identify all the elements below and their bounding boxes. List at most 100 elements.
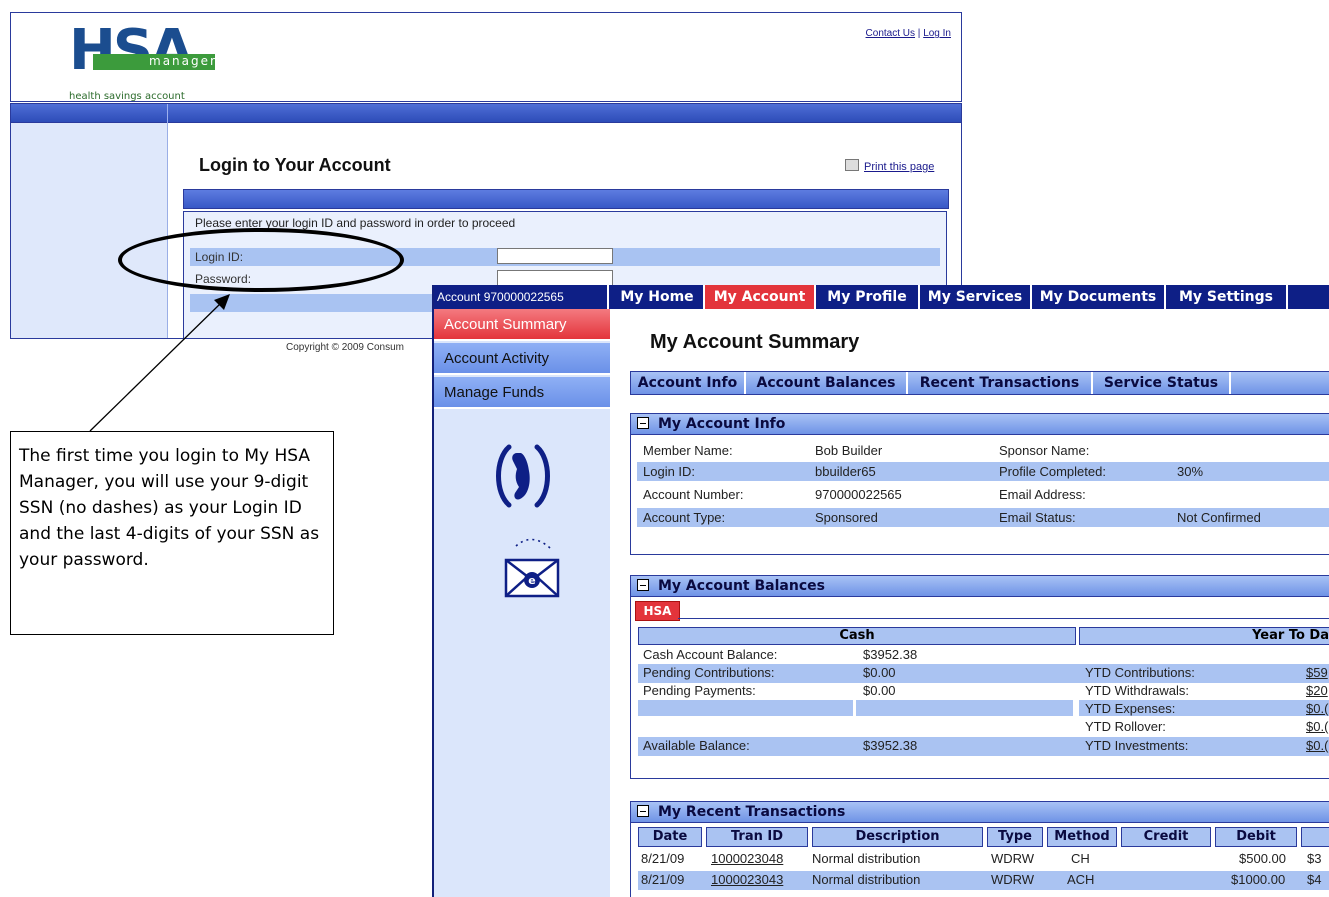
account-type-label: Account Type:	[643, 510, 726, 525]
col-date[interactable]: Date	[638, 827, 702, 847]
sponsor-name-label: Sponsor Name:	[999, 443, 1090, 458]
ytd-expenses-label: YTD Expenses:	[1085, 701, 1176, 716]
subtab-service-status[interactable]: Service Status	[1093, 372, 1231, 394]
logo-letters: HSA	[69, 18, 194, 83]
tx-type: WDRW	[991, 851, 1035, 866]
page-title: Login to Your Account	[199, 155, 391, 175]
top-links: Contact Us | Log In	[866, 28, 951, 39]
log-in-link[interactable]: Log In	[923, 28, 951, 39]
phone-icon[interactable]	[491, 441, 555, 511]
tx-tran-id-link[interactable]: 1000023048	[711, 851, 783, 866]
login-id-label: Login ID:	[643, 464, 696, 479]
profile-completed-label: Profile Completed:	[999, 464, 1106, 479]
ytd-expenses-link[interactable]: $0.(	[1306, 701, 1328, 716]
login-form-header-bar	[183, 189, 949, 209]
col-method[interactable]: Method	[1047, 827, 1117, 847]
tab-my-documents[interactable]: My Documents	[1032, 285, 1166, 309]
section-title: My Account Balances	[658, 578, 825, 594]
pending-contributions-label: Pending Contributions:	[643, 665, 775, 680]
profile-completed-value: 30%	[1177, 464, 1204, 479]
login-header: HSA manager health savings account Conta…	[10, 12, 962, 102]
col-tran-id[interactable]: Tran ID	[706, 827, 808, 847]
tab-my-services[interactable]: My Services	[920, 285, 1032, 309]
account-number-value: 970000022565	[815, 487, 902, 502]
account-info-header[interactable]: My Account Info	[630, 413, 1329, 435]
tx-debit: $1000.00	[1231, 872, 1286, 887]
ytd-investments-link[interactable]: $0.(	[1306, 738, 1328, 753]
member-name-value: Bob Builder	[815, 443, 883, 458]
subtab-account-balances[interactable]: Account Balances	[746, 372, 908, 394]
ytd-withdrawals-link[interactable]: $20	[1306, 683, 1328, 698]
account-type-value: Sponsored	[815, 510, 878, 525]
hsa-tab[interactable]: HSA	[635, 601, 680, 621]
login-left-panel	[11, 123, 168, 338]
account-number-label: Account Number:	[643, 487, 744, 502]
logo-manager-text: manager	[149, 54, 217, 68]
ytd-rollover-label: YTD Rollover:	[1085, 719, 1166, 734]
tab-my-profile[interactable]: My Profile	[816, 285, 920, 309]
collapse-icon[interactable]	[637, 579, 649, 591]
recent-transactions-header[interactable]: My Recent Transactions	[630, 801, 1329, 823]
callout-text: The first time you login to My HSA Manag…	[19, 446, 320, 570]
ytd-contributions-label: YTD Contributions:	[1085, 665, 1195, 680]
col-credit[interactable]: Credit	[1121, 827, 1211, 847]
login-id-input[interactable]	[497, 248, 613, 264]
email-status-value: Not Confirmed	[1177, 510, 1261, 525]
ytd-contributions-link[interactable]: $59	[1306, 665, 1328, 680]
print-page-link[interactable]: Print this page	[845, 159, 934, 173]
account-info-panel: Member Name: Bob Builder Sponsor Name: L…	[630, 435, 1329, 555]
tx-tran-id-link[interactable]: 1000023043	[711, 872, 783, 887]
page-title: My Account Summary	[650, 331, 860, 353]
available-balance-value: $3952.38	[863, 738, 918, 753]
tab-my-settings[interactable]: My Settings	[1166, 285, 1288, 309]
tx-type: WDRW	[991, 872, 1035, 887]
side-item-account-activity[interactable]: Account Activity	[434, 343, 610, 375]
account-balances-header[interactable]: My Account Balances	[630, 575, 1329, 597]
email-address-label: Email Address:	[999, 487, 1086, 502]
email-status-label: Email Status:	[999, 510, 1076, 525]
tab-my-home[interactable]: My Home	[611, 285, 705, 309]
section-title: My Recent Transactions	[658, 804, 846, 820]
hsa-manager-logo[interactable]: HSA manager health savings account	[69, 23, 229, 103]
subtab-recent-transactions[interactable]: Recent Transactions	[908, 372, 1093, 394]
pending-payments-label: Pending Payments:	[643, 683, 756, 698]
tx-description: Normal distribution	[812, 872, 921, 887]
tx-date: 8/21/09	[641, 851, 685, 866]
password-input[interactable]	[497, 270, 613, 286]
tx-balance: $4	[1307, 872, 1322, 887]
col-description[interactable]: Description	[812, 827, 983, 847]
logo-tagline: health savings account	[69, 91, 185, 102]
tx-description: Normal distribution	[812, 851, 921, 866]
balance-row-band	[638, 700, 853, 716]
sub-nav-bar: Account Info Account Balances Recent Tra…	[630, 371, 1329, 395]
subtab-account-info[interactable]: Account Info	[631, 372, 746, 394]
account-id-label: Account 970000022565	[434, 285, 609, 309]
tx-debit: $500.00	[1239, 851, 1286, 866]
top-nav-bar: Account 970000022565 My Home My Account …	[434, 285, 1329, 309]
svg-text:e: e	[528, 574, 535, 587]
section-title: My Account Info	[658, 416, 786, 432]
ytd-rollover-link[interactable]: $0.(	[1306, 719, 1328, 734]
col-balance[interactable]	[1301, 827, 1329, 847]
recent-transactions-panel: Date Tran ID Description Type Method Cre…	[630, 823, 1329, 897]
col-debit[interactable]: Debit	[1215, 827, 1297, 847]
tab-underline	[678, 618, 1329, 619]
tx-method: CH	[1071, 851, 1090, 866]
collapse-icon[interactable]	[637, 417, 649, 429]
login-id-value: bbuilder65	[815, 464, 876, 479]
side-item-account-summary[interactable]: Account Summary	[434, 309, 610, 341]
collapse-icon[interactable]	[637, 805, 649, 817]
col-type[interactable]: Type	[987, 827, 1043, 847]
side-item-manage-funds[interactable]: Manage Funds	[434, 377, 610, 409]
pending-contributions-value: $0.00	[863, 665, 896, 680]
highlight-oval	[118, 228, 404, 292]
tx-balance: $3	[1307, 851, 1322, 866]
balance-row-band	[856, 700, 1073, 716]
info-row-band	[637, 462, 1329, 481]
email-icon[interactable]: e	[502, 536, 564, 604]
login-nav-band	[10, 103, 962, 124]
ytd-withdrawals-label: YTD Withdrawals:	[1085, 683, 1190, 698]
tab-my-account[interactable]: My Account	[705, 285, 816, 309]
account-balances-panel: HSA Cash Year To Da Cash Account Balance…	[630, 597, 1329, 779]
contact-us-link[interactable]: Contact Us	[866, 28, 915, 39]
